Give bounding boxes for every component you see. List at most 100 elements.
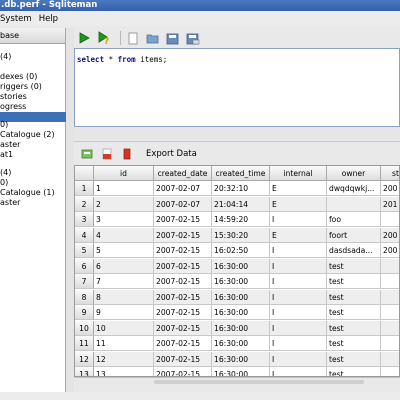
row-number[interactable]: 11 [75,336,94,351]
table-cell[interactable]: 4 [94,227,154,243]
table-cell[interactable]: I [270,305,327,320]
table-cell[interactable]: 201 [381,196,399,212]
row-number[interactable]: 5 [75,243,94,258]
table-cell[interactable]: E [270,196,327,212]
table-cell[interactable]: 16:30:00 [212,351,270,367]
tree-item[interactable]: ogress [0,102,66,112]
table-cell[interactable]: 16:30:00 [212,336,270,351]
tree-item[interactable]: Catalogue (1) [0,188,66,198]
menu-help[interactable]: Help [39,14,58,24]
table-cell[interactable]: I [270,351,327,367]
table-row[interactable]: 7 7 2007-02-15 16:30:00 Itest [75,274,399,289]
tree-item[interactable]: riggers (0) [0,82,66,92]
column-header[interactable]: internal [270,166,327,181]
table-cell[interactable]: 2007-02-07 [154,181,212,196]
row-number[interactable]: 1 [75,181,94,196]
table-cell[interactable]: test [327,274,381,289]
table-cell[interactable]: 16:02:50 [212,243,270,258]
table-cell[interactable]: 8 [94,289,154,305]
table-cell[interactable] [327,196,381,212]
table-row[interactable]: 2 2 2007-02-07 21:04:14 E 201 [75,196,399,212]
table-cell[interactable]: 2007-02-15 [154,227,212,243]
table-row[interactable]: 13 13 2007-02-15 16:30:00 Itest [75,367,399,376]
column-header[interactable]: owner [327,166,381,181]
tree-item[interactable]: (4) [0,52,66,62]
column-header[interactable]: id [94,166,154,181]
table-row[interactable]: 6 6 2007-02-15 16:30:00 Itest [75,258,399,274]
table-row[interactable]: 3 3 2007-02-15 14:59:20 Ifoo [75,212,399,227]
table-cell[interactable]: 200 [381,181,399,196]
table-cell[interactable]: test [327,367,381,376]
table-cell[interactable]: test [327,305,381,320]
delete-row-icon[interactable] [120,147,134,161]
table-row[interactable]: 1 1 2007-02-07 20:32:10 Edwqdqwkj... 200 [75,181,399,196]
table-cell[interactable]: foort [327,227,381,243]
table-cell[interactable]: I [270,274,327,289]
table-row[interactable]: 9 9 2007-02-15 16:30:00 Itest [75,305,399,320]
table-cell[interactable]: 2007-02-15 [154,367,212,376]
table-row[interactable]: 10 10 2007-02-15 16:30:00 Itest [75,320,399,336]
table-cell[interactable]: E [270,181,327,196]
table-cell[interactable]: I [270,212,327,227]
table-cell[interactable]: 11 [94,336,154,351]
table-cell[interactable]: 7 [94,274,154,289]
table-row[interactable]: 8 8 2007-02-15 16:30:00 Itest [75,289,399,305]
table-cell[interactable]: dwqdqwkj... [327,181,381,196]
row-number[interactable]: 4 [75,227,94,243]
table-cell[interactable]: test [327,351,381,367]
table-cell[interactable]: 16:30:00 [212,305,270,320]
table-cell[interactable]: 20:32:10 [212,181,270,196]
table-cell[interactable] [381,320,399,336]
results-grid[interactable]: id created_date created_time internal owner s… [74,165,400,377]
table-cell[interactable]: 2007-02-15 [154,258,212,274]
table-cell[interactable] [381,289,399,305]
table-cell[interactable]: test [327,289,381,305]
table-cell[interactable]: I [270,367,327,376]
menu-system[interactable]: System [0,14,32,24]
row-number[interactable]: 3 [75,212,94,227]
table-cell[interactable]: 16:30:00 [212,367,270,376]
table-cell[interactable]: 5 [94,243,154,258]
table-cell[interactable]: 2 [94,196,154,212]
tree-item[interactable]: 0) [0,120,66,130]
table-cell[interactable]: 1 [94,181,154,196]
table-cell[interactable]: 14:59:20 [212,212,270,227]
save-as-icon[interactable] [185,30,201,46]
table-cell[interactable]: 2007-02-07 [154,196,212,212]
tree-item[interactable]: aster [0,140,66,150]
tree-item[interactable]: dexes (0) [0,72,66,82]
table-cell[interactable]: I [270,320,327,336]
column-header[interactable]: st [381,166,399,181]
open-file-icon[interactable] [145,30,161,46]
editor-results-splitter[interactable] [74,127,400,139]
tree-item[interactable]: at1 [0,150,66,160]
table-cell[interactable] [381,305,399,320]
table-cell[interactable]: 2007-02-15 [154,305,212,320]
table-cell[interactable]: I [270,289,327,305]
table-cell[interactable]: 2007-02-15 [154,212,212,227]
column-header[interactable]: created_date [154,166,212,181]
table-cell[interactable]: 15:30:20 [212,227,270,243]
scrollbar-thumb[interactable] [154,380,364,384]
table-cell[interactable]: E [270,227,327,243]
table-cell[interactable]: 2007-02-15 [154,351,212,367]
row-number[interactable]: 10 [75,320,94,336]
table-cell[interactable]: 10 [94,320,154,336]
tree-item[interactable]: Catalogue (2) [0,130,66,140]
table-cell[interactable] [381,336,399,351]
table-row[interactable]: 5 5 2007-02-15 16:02:50 Idasdsada... 200 [75,243,399,258]
table-cell[interactable]: test [327,320,381,336]
table-cell[interactable]: I [270,336,327,351]
table-row[interactable]: 11 11 2007-02-15 16:30:00 Itest [75,336,399,351]
table-cell[interactable]: 16:30:00 [212,258,270,274]
export-data-button[interactable]: Export Data [146,149,197,159]
rollback-icon[interactable] [100,147,114,161]
run-explain-icon[interactable]: ? [96,30,112,46]
table-cell[interactable]: 9 [94,305,154,320]
table-cell[interactable]: 2007-02-15 [154,243,212,258]
schema-browser-header[interactable]: base [0,28,65,44]
table-cell[interactable] [381,367,399,376]
table-cell[interactable]: I [270,258,327,274]
commit-icon[interactable] [80,147,94,161]
save-file-icon[interactable] [165,30,181,46]
